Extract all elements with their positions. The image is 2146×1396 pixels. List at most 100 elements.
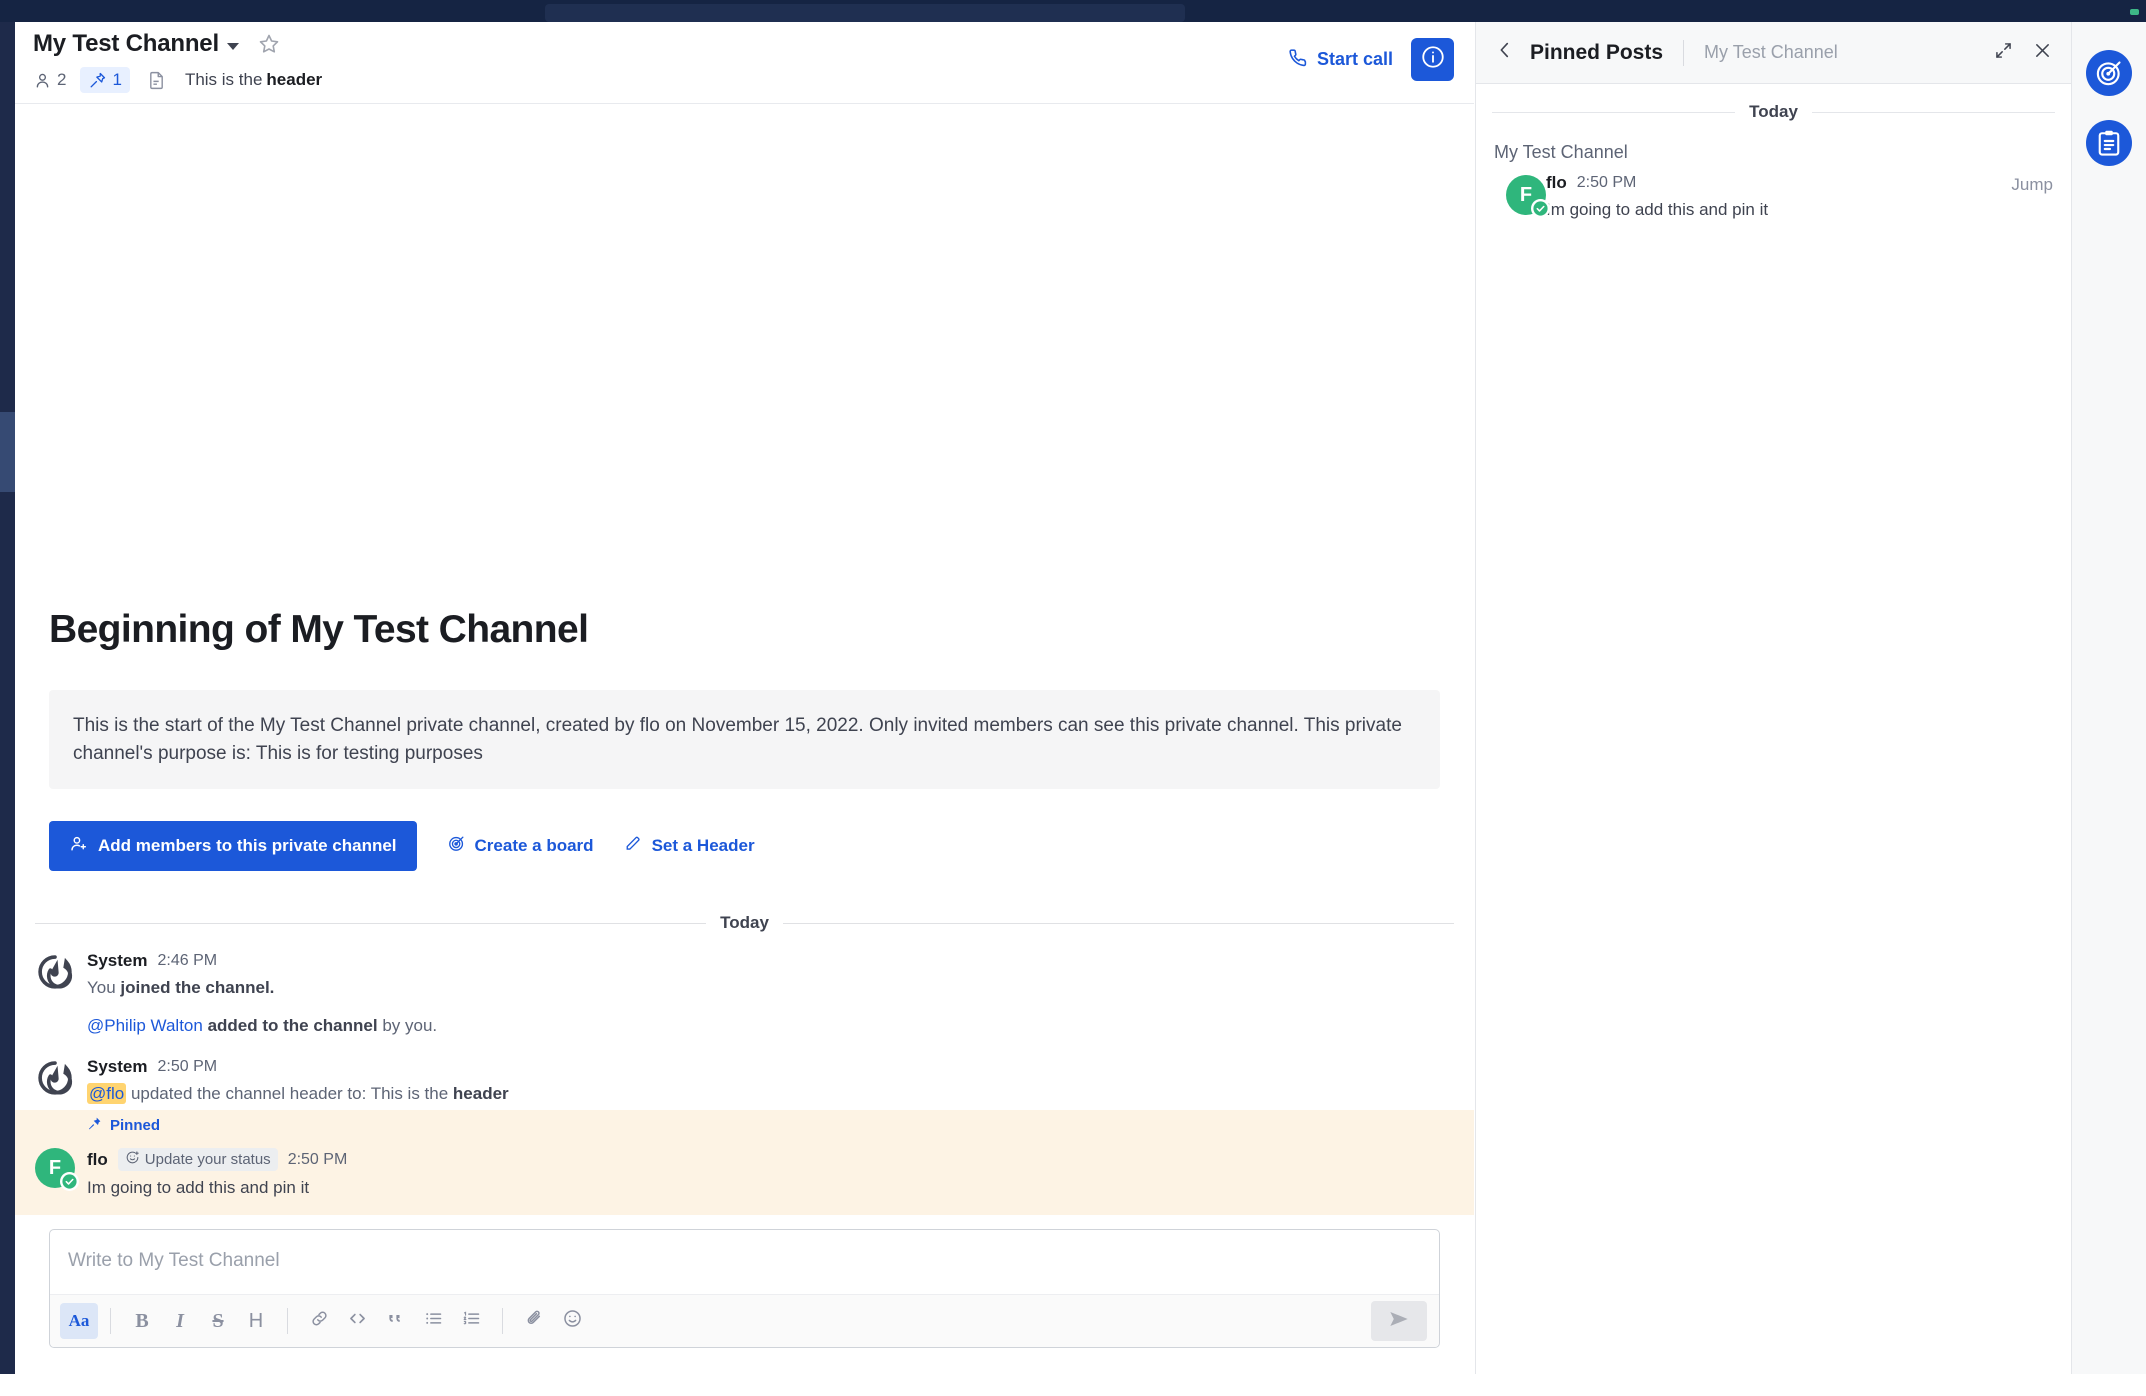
user-avatar[interactable]: F [1506,175,1550,218]
chevron-down-icon[interactable] [226,42,239,50]
message-input[interactable]: Write to My Test Channel [50,1230,1439,1294]
status-online-icon [60,1172,79,1192]
send-message-button[interactable] [1371,1301,1427,1341]
post-text-bold: joined the channel. [120,978,275,998]
channel-view: My Test Channel 2 1 This is the header S… [15,22,1474,1374]
avatar [35,1057,87,1107]
file-text-icon[interactable] [146,70,167,91]
strikethrough-button[interactable]: S [199,1303,237,1339]
post-text-plain-2: by you. [377,1016,438,1036]
post-row-system-join[interactable]: System 2:46 PM You joined the channel. @… [15,943,1474,1042]
start-call-label: Start call [1316,49,1393,69]
rhs-expand-button[interactable] [1993,40,2014,66]
rhs-title-divider [1683,39,1685,66]
bold-label: B [135,1309,149,1332]
rhs-date-line-right [1811,111,2055,113]
heading-label: H [248,1309,264,1332]
boards-icon[interactable] [2086,50,2132,96]
pencil-icon [624,834,643,858]
mattermost-logo-icon [35,953,75,993]
date-separator-line-right [782,922,1454,924]
rhs-post-author[interactable]: flo [1546,173,1567,193]
rhs-post-message: Im going to add this and pin it [1546,200,1769,219]
post-row-pinned[interactable]: Pinned F flo Update your status 2:50 PM … [15,1110,1474,1215]
update-status-button[interactable]: Update your status [117,1148,278,1172]
target-icon [447,834,466,858]
attachment-button[interactable] [515,1303,553,1339]
date-separator-label: Today [720,913,769,933]
italic-label: I [176,1309,184,1332]
post-list[interactable]: Beginning of My Test Channel This is the… [15,104,1474,1215]
start-call-button[interactable]: Start call [1287,47,1393,73]
italic-button[interactable]: I [161,1303,199,1339]
bold-button[interactable]: B [123,1303,161,1339]
post-row-system-header[interactable]: System 2:50 PM @flo updated the channel … [15,1043,1474,1111]
team-sidebar-strip[interactable] [0,22,15,1374]
rhs-body[interactable]: Today My Test Channel F flo 2:50 PM Im g… [1476,84,2071,1374]
playbooks-icon[interactable] [2086,120,2132,166]
star-outline-icon[interactable] [257,32,281,56]
channel-header-text-bold: header [266,70,323,89]
paperclip-icon [524,1308,545,1334]
rhs-back-button[interactable] [1490,35,1520,70]
format-toggle-button[interactable]: Aa [60,1303,98,1339]
post-author[interactable]: System [87,1057,147,1077]
channel-header-text[interactable]: This is the header [185,70,322,90]
post-author[interactable]: System [87,951,147,971]
link-icon [309,1308,330,1334]
pinned-label: Pinned [110,1117,161,1135]
avatar [35,951,87,1038]
channel-pinned-button[interactable]: 1 [80,67,130,93]
user-mention-link[interactable]: @Philip Walton [87,1016,203,1035]
user-avatar[interactable]: F [35,1148,79,1192]
post-text-bold-2: added to the channel [202,1016,378,1036]
code-button[interactable] [338,1303,376,1339]
post-message: Im going to add this and pin it [87,1178,310,1198]
post-body: System 2:46 PM You joined the channel. @… [87,951,1454,1038]
rhs-pinned-post-row[interactable]: F flo 2:50 PM Im going to add this and p… [1476,167,2071,233]
channel-members-button[interactable]: 2 [33,67,74,93]
app-root: My Test Channel 2 1 This is the header S… [0,0,2146,1396]
update-status-label: Update your status [144,1151,271,1169]
post-author[interactable]: flo [87,1150,108,1170]
status-indicator-dot [2130,9,2139,15]
post-header: System 2:46 PM [87,951,1454,971]
set-header-label: Set a Header [651,836,755,856]
create-board-label: Create a board [474,836,594,856]
code-icon [347,1308,368,1334]
post-timestamp: 2:46 PM [157,952,218,970]
global-search-box[interactable] [545,4,1185,22]
numbered-list-icon [461,1308,482,1334]
add-members-button[interactable]: Add members to this private channel [49,821,417,872]
date-separator: Today [15,913,1474,933]
mattermost-logo-icon [35,1059,75,1099]
post-body: System 2:50 PM @flo updated the channel … [87,1057,1454,1107]
rhs-subtitle: My Test Channel [1704,42,1838,62]
bulleted-list-button[interactable] [414,1303,452,1339]
pinned-indicator[interactable]: Pinned [87,1116,1474,1135]
rhs-close-button[interactable] [2032,40,2053,66]
link-button[interactable] [300,1303,338,1339]
post-text-bold: header [452,1083,509,1103]
close-x-icon [2032,40,2053,66]
rhs-jump-link[interactable]: Jump [2011,175,2053,195]
channel-name[interactable]: My Test Channel [33,30,219,58]
emoji-button[interactable] [553,1303,591,1339]
team-sidebar-active-item[interactable] [0,412,15,492]
user-mention-highlight[interactable]: @flo [87,1082,127,1104]
phone-icon [1287,47,1308,73]
create-board-button[interactable]: Create a board [447,834,594,858]
post-message: @flo updated the channel header to: This… [87,1082,1454,1107]
avatar[interactable]: F [1494,173,1550,223]
numbered-list-button[interactable] [452,1303,490,1339]
set-header-button[interactable]: Set a Header [624,834,755,858]
rhs-post-timestamp: 2:50 PM [1576,174,1637,191]
message-composer[interactable]: Write to My Test Channel Aa B I S H [49,1229,1440,1348]
quote-button[interactable] [376,1303,414,1339]
post-timestamp: 2:50 PM [157,1057,218,1075]
rhs-channel-name[interactable]: My Test Channel [1476,136,2071,167]
heading-button[interactable]: H [237,1303,275,1339]
channel-info-button[interactable] [1411,38,1454,81]
channel-intro-actions: Add members to this private channel Crea… [49,821,1440,872]
chevron-left-icon [1494,39,1516,66]
